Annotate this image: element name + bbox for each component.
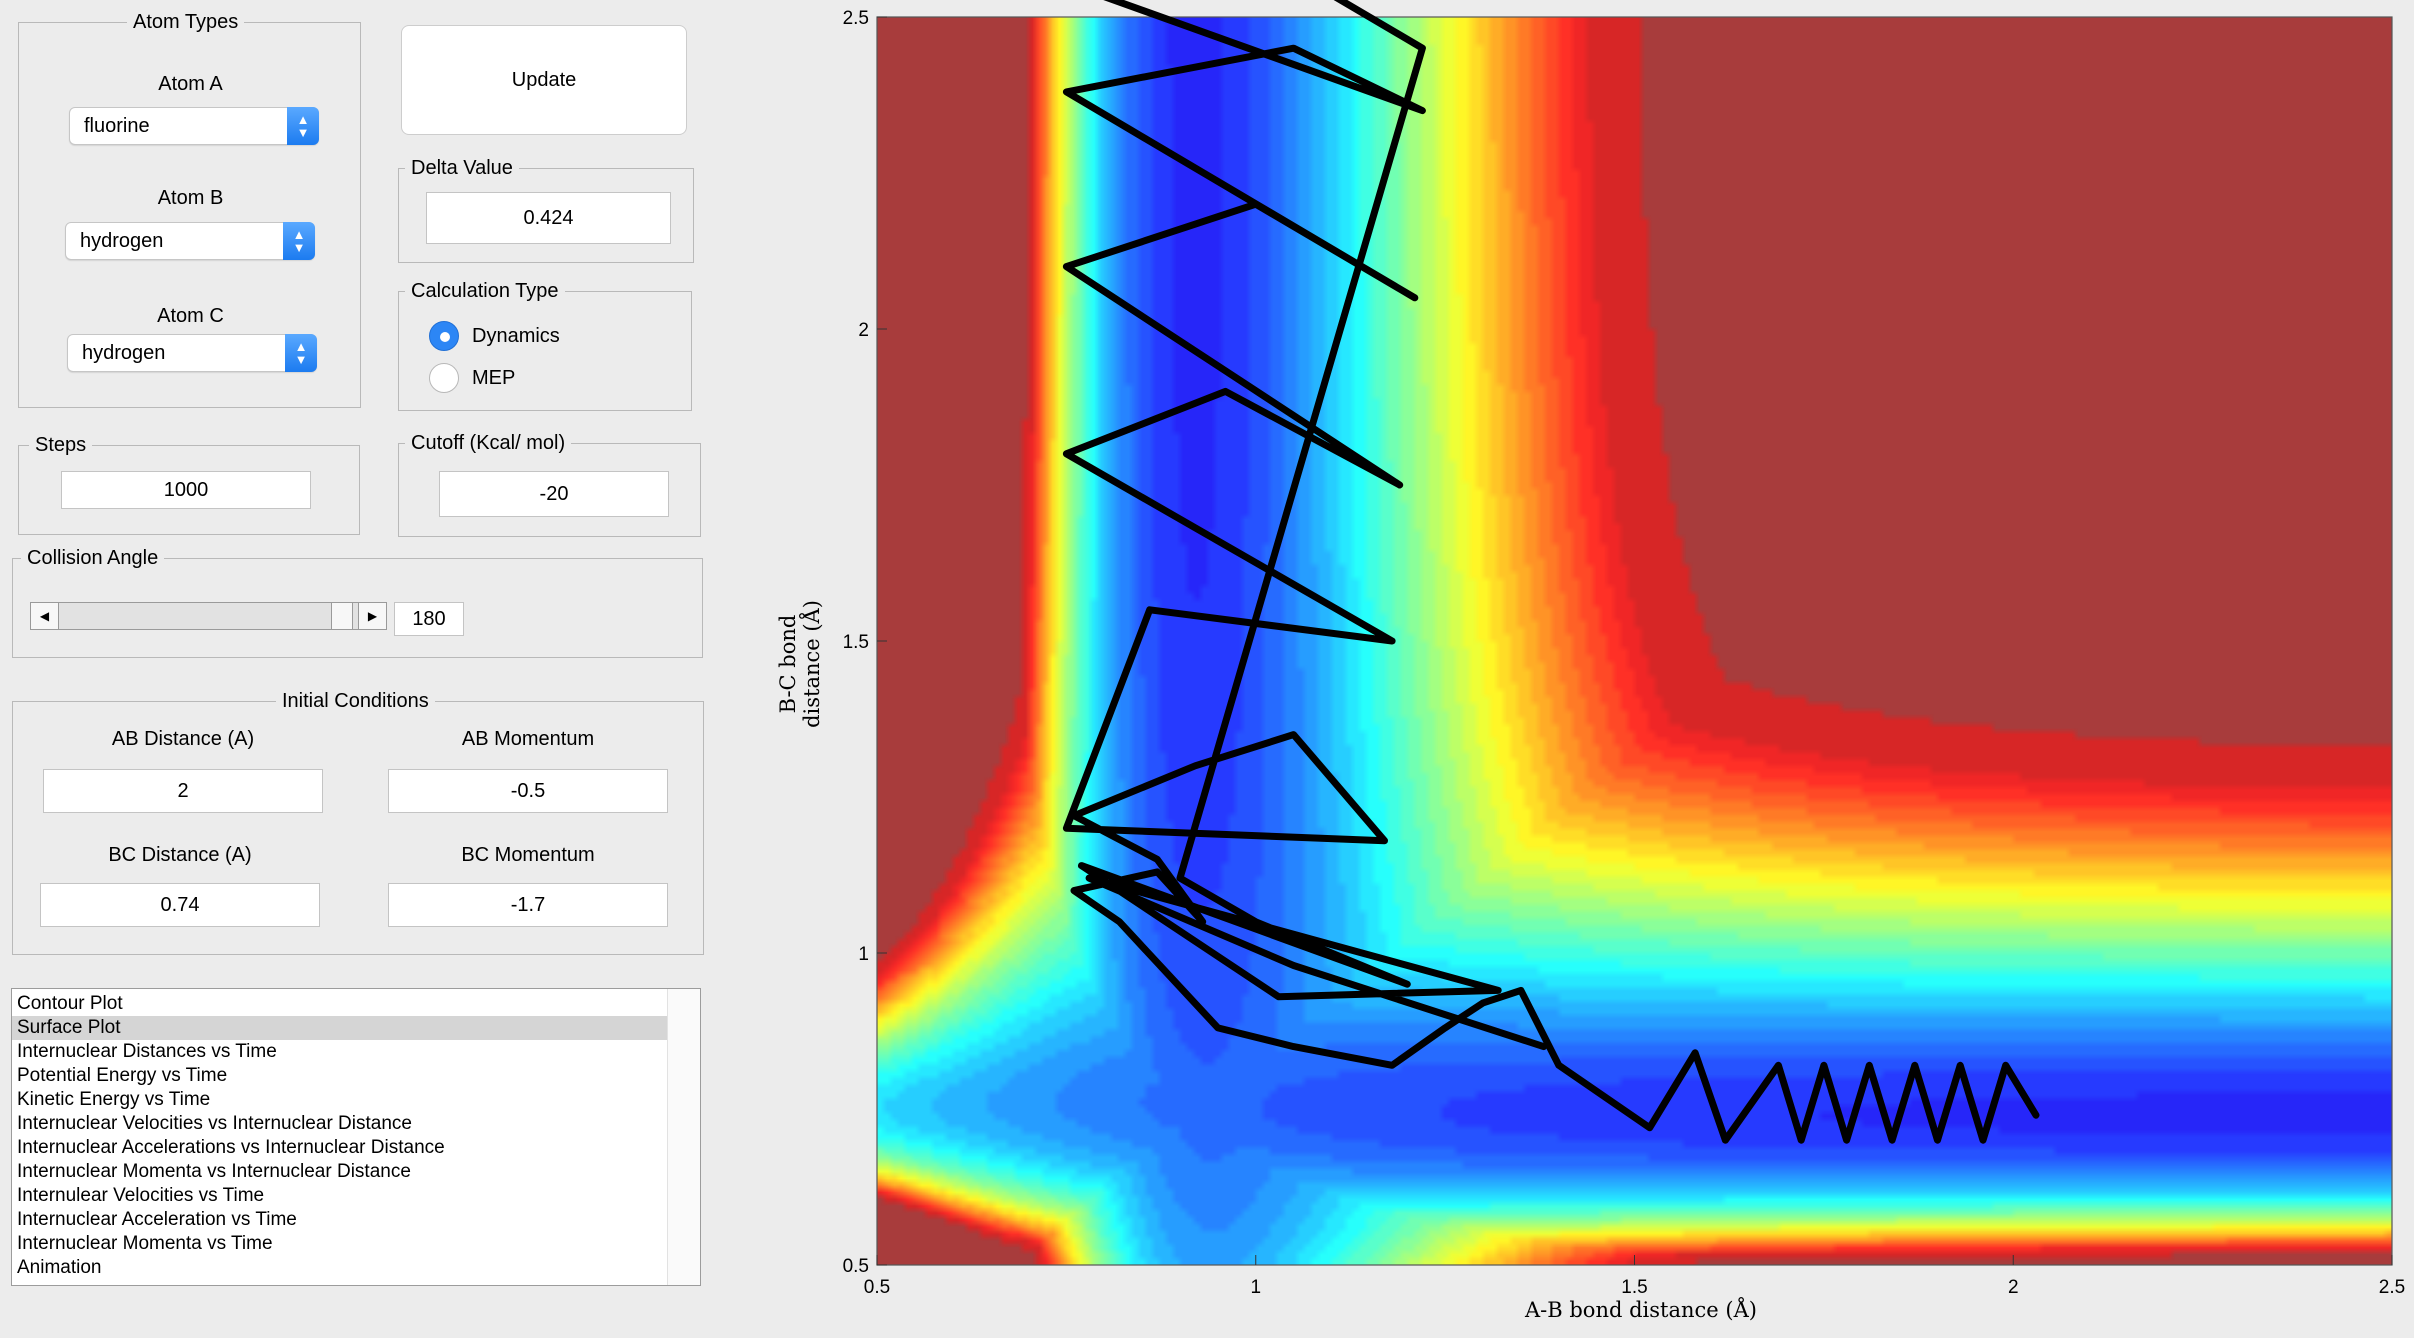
atom-a-select[interactable]: fluorine ▲ ▼ (69, 107, 319, 145)
plot-frame (876, 16, 2393, 1266)
mep-radio[interactable] (429, 363, 459, 393)
chevron-up-down-icon: ▲ ▼ (287, 107, 319, 145)
ab-momentum-input[interactable]: -0.5 (388, 769, 668, 813)
list-item[interactable]: Potential Energy vs Time (12, 1064, 668, 1088)
ab-distance-label: AB Distance (A) (111, 728, 255, 750)
list-item[interactable]: Contour Plot (12, 992, 668, 1016)
atom-a-label: Atom A (158, 73, 223, 95)
list-item[interactable]: Internuclear Velocities vs Internuclear … (12, 1112, 668, 1136)
atom-c-label: Atom C (157, 305, 224, 327)
y-tick-label: 2.5 (843, 8, 869, 29)
atom-a-value: fluorine (84, 114, 150, 137)
y-tick-label: 1 (858, 944, 869, 965)
x-tick-label: 2 (2008, 1277, 2019, 1298)
list-item[interactable]: Internulear Velocities vs Time (12, 1184, 668, 1208)
list-item[interactable]: Kinetic Energy vs Time (12, 1088, 668, 1112)
plot-type-list[interactable]: Contour Plot Surface Plot Internuclear Dis… (11, 988, 701, 1286)
steps-title: Steps (29, 434, 93, 456)
delta-value-panel: Delta Value 0.424 (398, 157, 694, 263)
list-item[interactable]: Internuclear Accelerations vs Internucle… (12, 1136, 668, 1160)
initial-conditions-title: Initial Conditions (276, 690, 435, 712)
ab-momentum-label: AB Momentum (461, 728, 595, 750)
initial-conditions-panel: Initial Conditions AB Distance (A) 2 AB … (12, 690, 704, 955)
y-tick-label: 0.5 (843, 1256, 869, 1277)
steps-input[interactable]: 1000 (61, 471, 311, 509)
cutoff-input[interactable]: -20 (439, 471, 669, 517)
slider-thumb[interactable] (331, 603, 353, 629)
list-item[interactable]: Internuclear Momenta vs Internuclear Dis… (12, 1160, 668, 1184)
plot-type-items: Contour Plot Surface Plot Internuclear Dis… (12, 989, 668, 1280)
bc-distance-input[interactable]: 0.74 (40, 883, 320, 927)
list-item[interactable]: Internuclear Momenta vs Time (12, 1232, 668, 1256)
x-tick-label: 0.5 (864, 1277, 890, 1298)
steps-panel: Steps 1000 (18, 434, 360, 535)
collision-angle-title: Collision Angle (21, 547, 165, 569)
y-tick-label: 2 (858, 320, 869, 341)
atom-c-value: hydrogen (82, 341, 166, 364)
cutoff-title: Cutoff (Kcal/ mol) (405, 432, 572, 454)
chevron-up-down-icon: ▲ ▼ (283, 222, 315, 260)
x-tick-label: 1.5 (1621, 1277, 1647, 1298)
atom-b-label: Atom B (157, 187, 224, 209)
dynamics-label: Dynamics (472, 325, 560, 347)
calculation-type-title: Calculation Type (405, 280, 565, 302)
atom-types-title: Atom Types (127, 11, 245, 33)
atom-c-select[interactable]: hydrogen ▲ ▼ (67, 334, 317, 372)
list-item[interactable]: Surface Plot (12, 1016, 668, 1040)
collision-angle-input[interactable]: 180 (394, 602, 464, 636)
x-tick-label: 2.5 (2379, 1277, 2405, 1298)
calculation-type-panel: Calculation Type Dynamics MEP (398, 280, 692, 411)
list-item[interactable]: Internuclear Distances vs Time (12, 1040, 668, 1064)
arrow-left-icon[interactable]: ◀ (31, 603, 59, 629)
bc-momentum-label: BC Momentum (461, 844, 595, 866)
x-tick-label: 1 (1250, 1277, 1261, 1298)
x-axis-label: A-B bond distance (Å) (1525, 1298, 1757, 1322)
collision-angle-panel: Collision Angle ◀ ▶ 180 (12, 547, 703, 658)
cutoff-panel: Cutoff (Kcal/ mol) -20 (398, 432, 701, 537)
atom-b-select[interactable]: hydrogen ▲ ▼ (65, 222, 315, 260)
mep-label: MEP (472, 367, 516, 389)
delta-value-input[interactable]: 0.424 (426, 192, 671, 244)
list-item[interactable]: Animation (12, 1256, 668, 1280)
surface-image (877, 17, 2392, 1265)
atom-b-value: hydrogen (80, 229, 164, 252)
trajectory-line (1062, 0, 2040, 1144)
bc-distance-label: BC Distance (A) (108, 844, 252, 866)
ab-distance-input[interactable]: 2 (43, 769, 323, 813)
y-tick-label: 1.5 (843, 632, 869, 653)
dynamics-radio[interactable] (429, 321, 459, 351)
arrow-right-icon[interactable]: ▶ (358, 603, 386, 629)
update-button[interactable]: Update (401, 25, 687, 135)
collision-angle-slider[interactable]: ◀ ▶ (30, 602, 387, 630)
list-scrollbar[interactable] (667, 989, 700, 1285)
chevron-up-down-icon: ▲ ▼ (285, 334, 317, 372)
delta-value-title: Delta Value (405, 157, 519, 179)
bc-momentum-input[interactable]: -1.7 (388, 883, 668, 927)
list-item[interactable]: Internuclear Acceleration vs Time (12, 1208, 668, 1232)
y-axis-label: B-C bond distance (Å) (776, 600, 824, 728)
atom-types-panel: Atom Types Atom A fluorine ▲ ▼ Atom B hyd… (18, 11, 361, 408)
